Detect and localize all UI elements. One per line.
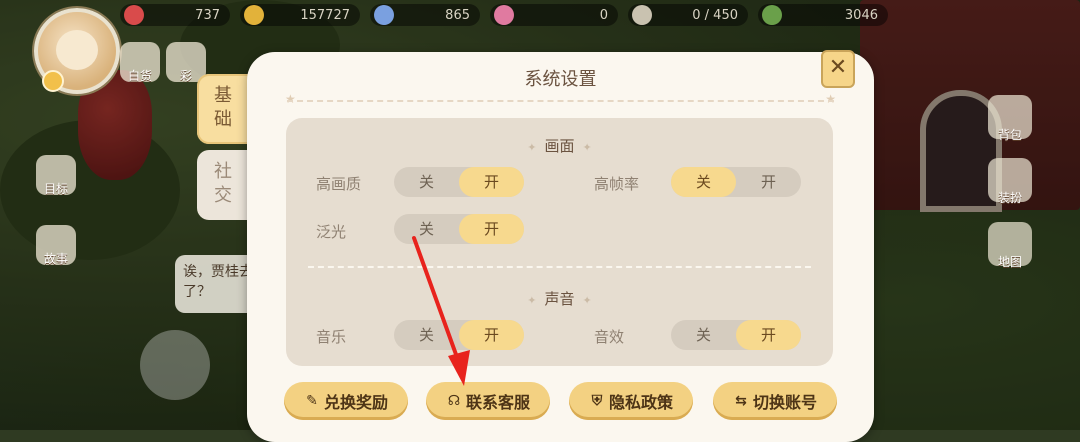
annotation-arrow: [412, 236, 470, 386]
